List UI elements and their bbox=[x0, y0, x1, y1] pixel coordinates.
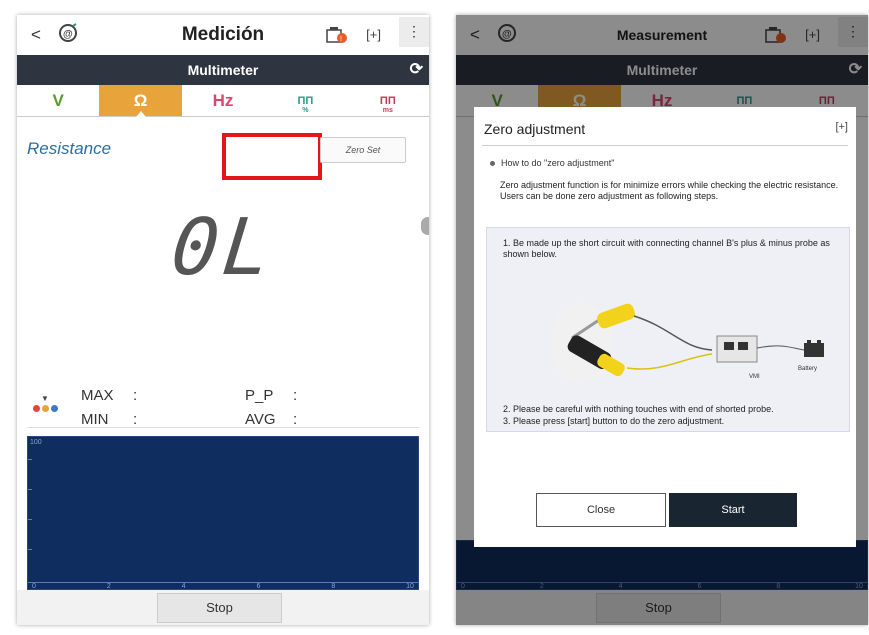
min-label: MIN bbox=[81, 411, 109, 428]
step-1-text: 1. Be made up the short circuit with con… bbox=[503, 238, 830, 259]
expand-icon[interactable]: [+] bbox=[366, 27, 381, 42]
duty-icon: ΠΠ bbox=[297, 95, 314, 107]
mode-tabs: V Ω Hz ΠΠ % ΠΠ ms bbox=[17, 85, 429, 117]
zero-set-button[interactable]: Zero Set bbox=[320, 137, 406, 163]
howto-heading: How to do "zero adjustment" bbox=[490, 158, 614, 168]
pulse-unit: ms bbox=[382, 107, 393, 114]
refresh-icon[interactable]: ⟳ bbox=[410, 55, 423, 85]
measurement-label: Resistance bbox=[27, 139, 112, 158]
divider bbox=[27, 427, 419, 428]
step-3-text: 3. Please press [start] button to do the… bbox=[503, 416, 725, 426]
x-tick: 0 bbox=[32, 583, 36, 590]
menu-icon[interactable]: ⋮ bbox=[399, 17, 429, 47]
highlight-box bbox=[222, 133, 322, 180]
x-tick: 10 bbox=[406, 583, 414, 590]
description-line: Zero adjustment function is for minimize… bbox=[500, 180, 839, 190]
dialog-description: Zero adjustment function is for minimize… bbox=[500, 180, 846, 202]
dialog-expand-icon[interactable]: [+] bbox=[835, 121, 848, 133]
waveform-graph[interactable]: 100 0 2 4 6 8 10 bbox=[27, 436, 419, 590]
pulse-icon: ΠΠ bbox=[379, 95, 396, 107]
battery-icon[interactable]: ! bbox=[325, 26, 349, 44]
channel-blue-dot bbox=[50, 405, 58, 412]
tab-duty-cycle[interactable]: ΠΠ % bbox=[264, 85, 346, 116]
channel-orange-dot bbox=[41, 405, 49, 412]
steps-panel: 1. Be made up the short circuit with con… bbox=[486, 227, 850, 432]
step-2-text: 2. Please be careful with nothing touche… bbox=[503, 404, 774, 414]
x-tick: 4 bbox=[181, 583, 186, 590]
stop-button[interactable]: Stop bbox=[157, 593, 282, 623]
max-value: : bbox=[133, 387, 138, 404]
tab-voltage[interactable]: V bbox=[17, 85, 99, 116]
pp-value: : bbox=[293, 387, 298, 404]
right-phone-screen: < @ Measurement [+] ⋮ Multimeter ⟳ V Ω H… bbox=[456, 15, 868, 625]
close-button[interactable]: Close bbox=[536, 493, 666, 527]
reading-display: 0L bbox=[167, 203, 279, 293]
probe-illustration: VMI Battery bbox=[552, 303, 824, 383]
y-axis-top-label: 100 bbox=[30, 439, 42, 446]
x-tick: 6 bbox=[256, 583, 261, 590]
x-tick: 2 bbox=[106, 583, 111, 590]
start-button[interactable]: Start bbox=[669, 493, 797, 527]
multimeter-title: Multimeter bbox=[187, 62, 259, 78]
tab-pulse-width[interactable]: ΠΠ ms bbox=[347, 85, 429, 116]
left-phone-screen: < @ Medición ! [+] ⋮ Multimeter ⟳ V Ω Hz… bbox=[17, 15, 429, 625]
zero-adjustment-dialog: Zero adjustment [+] How to do "zero adju… bbox=[474, 107, 856, 547]
measurement-area: Resistance Zero Set 0L MAX : MIN : P_P :… bbox=[17, 117, 429, 445]
multimeter-bar: Multimeter ⟳ bbox=[17, 55, 429, 85]
pp-label: P_P bbox=[245, 387, 274, 404]
svg-text:!: ! bbox=[340, 36, 342, 43]
dialog-divider bbox=[482, 145, 848, 146]
channel-legend-icon[interactable]: ▼ bbox=[31, 395, 59, 417]
max-label: MAX bbox=[81, 387, 114, 404]
tab-frequency[interactable]: Hz bbox=[182, 85, 264, 116]
bullet-icon bbox=[490, 161, 495, 167]
dialog-title: Zero adjustment bbox=[484, 121, 586, 137]
description-line: Users can be done zero adjustment as fol… bbox=[500, 191, 719, 201]
bottom-bar: Stop bbox=[17, 590, 429, 625]
duty-unit: % bbox=[302, 107, 309, 114]
avg-value: : bbox=[293, 411, 298, 428]
top-bar: < @ Medición ! [+] ⋮ bbox=[17, 15, 429, 55]
vmi-label: VMI bbox=[749, 374, 760, 380]
x-axis-ticks: 0 2 4 6 8 10 bbox=[32, 583, 414, 590]
min-value: : bbox=[133, 411, 138, 428]
x-tick: 8 bbox=[331, 583, 336, 590]
avg-label: AVG bbox=[245, 411, 276, 428]
channel-red-dot bbox=[32, 405, 40, 412]
tab-resistance[interactable]: Ω bbox=[99, 85, 182, 117]
battery-label: Battery bbox=[798, 366, 817, 372]
legend-arrow-icon: ▼ bbox=[41, 394, 49, 403]
